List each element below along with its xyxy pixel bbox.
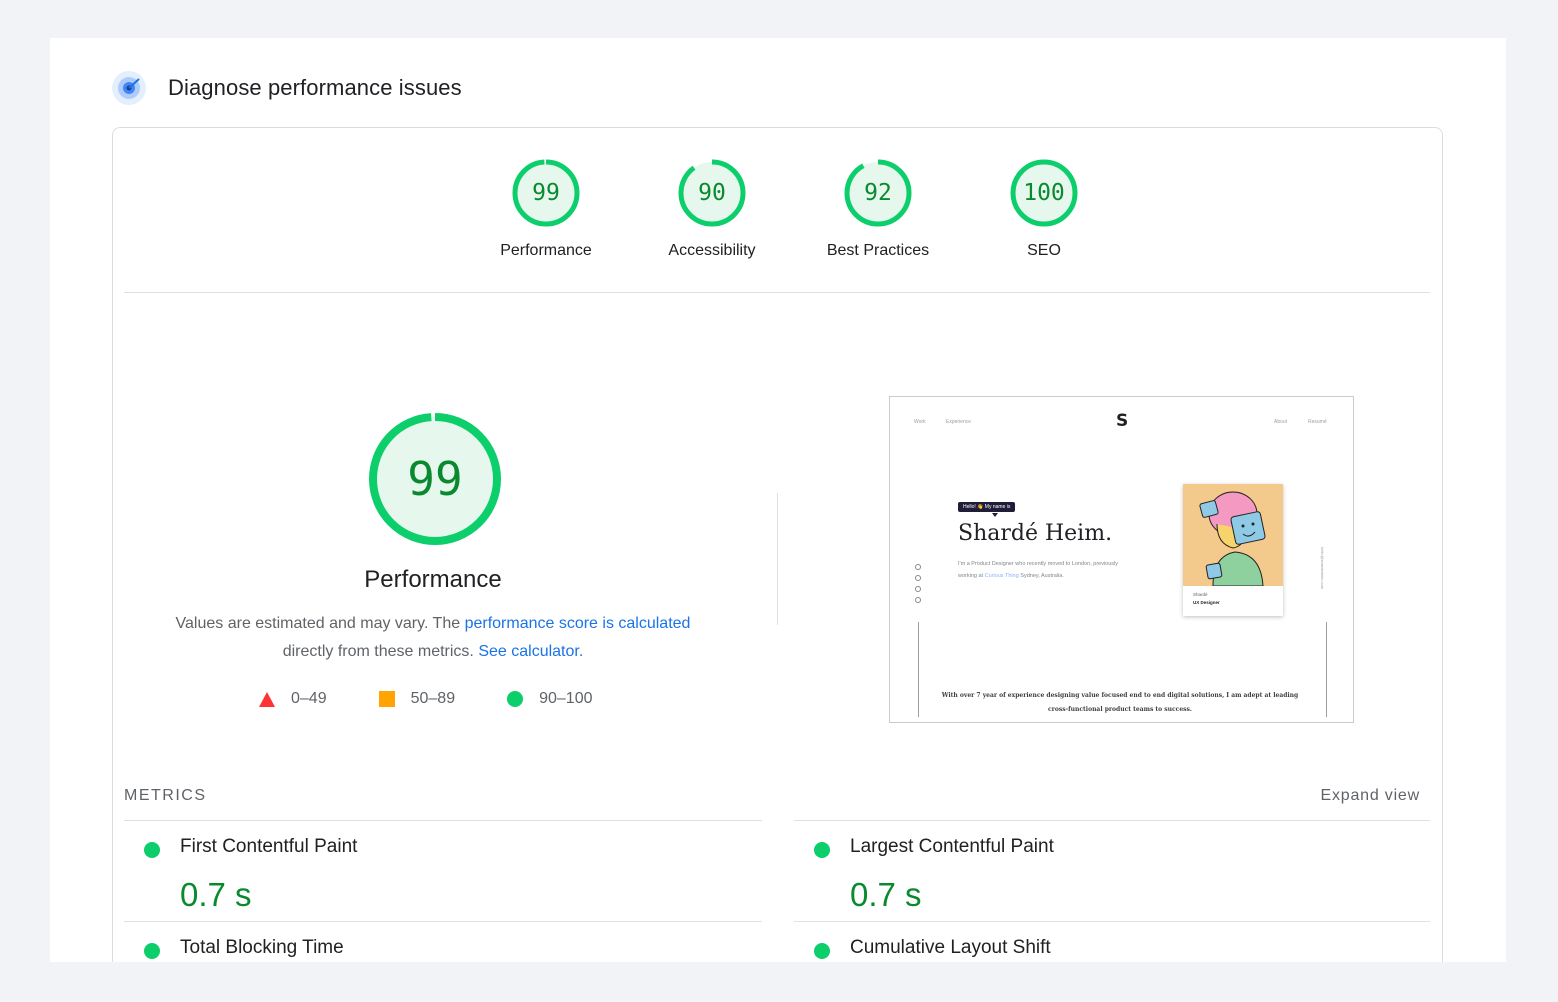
thumb-nav-about: About (1274, 419, 1288, 425)
metric-name: Cumulative Layout Shift (850, 937, 1051, 958)
gauge-ring: 99 (511, 158, 581, 228)
gauge-score: 99 (532, 180, 560, 206)
expand-view-toggle[interactable]: Expand view (1320, 787, 1420, 805)
score-legend: 0–49 50–89 90–100 (259, 690, 644, 708)
thumb-profile-card: Shardé UX Designer (1183, 484, 1283, 616)
avatar-illustration (1183, 484, 1283, 586)
desc-text: Values are estimated and may vary. The (175, 615, 465, 632)
legend-range: 90–100 (539, 690, 593, 707)
gauge-label: Accessibility (668, 242, 756, 259)
pass-circle-icon (814, 842, 830, 858)
section-header: Diagnose performance issues (112, 70, 462, 106)
lighthouse-report-card: 99 Performance 90 Accessibility 92 Best … (112, 127, 1443, 962)
gauge-score: 100 (1023, 180, 1065, 206)
thumb-nav-work: Work (914, 419, 926, 425)
category-gauges: 99 Performance 90 Accessibility 92 Best … (463, 158, 1127, 260)
metric-name: First Contentful Paint (180, 836, 358, 857)
gauge-score: 90 (698, 180, 726, 206)
thumb-social-icons (915, 564, 921, 608)
performance-description: Values are estimated and may vary. The p… (153, 610, 713, 666)
thumb-nav-experience: Experience (946, 419, 972, 425)
metric-divider (794, 820, 1430, 821)
average-square-icon (378, 691, 395, 707)
gauge-best-practices[interactable]: 92 Best Practices (795, 158, 961, 260)
pass-circle-icon (144, 842, 160, 858)
thumb-card-name: Shardé (1193, 592, 1208, 597)
metric-fcp: First Contentful Paint 0.7 s (124, 836, 762, 916)
thumb-intro-text: Sydney, Australia. (1018, 573, 1064, 579)
thumb-intro-link: Curious Thing (984, 573, 1019, 579)
gauge-accessibility[interactable]: 90 Accessibility (629, 158, 795, 260)
metrics-heading: METRICS (124, 787, 207, 804)
gauge-score: 92 (864, 180, 892, 206)
performance-gauge: 99 (367, 411, 503, 547)
thumb-hero-name: Shardé Heim. (958, 521, 1113, 546)
thumb-hello-tag: Hello! 👋 My name is (958, 502, 1016, 512)
desc-text: directly from these metrics. (282, 643, 479, 660)
vertical-separator (777, 493, 778, 625)
pass-circle-icon (814, 943, 830, 959)
pass-circle-icon (144, 943, 160, 959)
metric-lcp: Largest Contentful Paint 0.7 s (794, 836, 1430, 916)
metric-value: 0.7 s (850, 876, 922, 913)
metric-divider (124, 820, 762, 821)
thumb-nav-resume: Resumé (1308, 419, 1327, 425)
page-screenshot[interactable]: Work Experience S About Resumé Hello! 👋 … (889, 396, 1354, 723)
see-calculator-link[interactable]: See calculator. (478, 643, 583, 660)
metric-tbt: Total Blocking Time (124, 937, 762, 962)
thumb-card-role: UX Designer (1193, 600, 1220, 605)
metric-name: Largest Contentful Paint (850, 836, 1054, 857)
diagnose-panel: Diagnose performance issues 99 Performan… (50, 38, 1506, 962)
gauge-label: Best Practices (826, 242, 930, 259)
gauge-label: Performance (500, 242, 592, 259)
thumb-line (918, 622, 919, 717)
thumb-bottom-text: With over 7 year of experience designing… (941, 692, 1299, 713)
legend-range: 50–89 (410, 690, 456, 707)
divider (124, 292, 1430, 293)
gauge-ring: 100 (1009, 158, 1079, 228)
thumb-hello-tip (992, 513, 998, 517)
pass-circle-icon (507, 691, 524, 707)
performance-score: 99 (407, 452, 463, 506)
gauge-performance[interactable]: 99 Performance (463, 158, 629, 260)
metric-name: Total Blocking Time (180, 937, 344, 958)
metric-divider (124, 921, 762, 922)
legend-pass: 90–100 (507, 690, 592, 708)
metric-divider (794, 921, 1430, 922)
legend-range: 0–49 (291, 690, 327, 707)
gauge-ring: 90 (677, 158, 747, 228)
gauge-ring: 92 (843, 158, 913, 228)
thumb-line (1326, 622, 1327, 717)
lighthouse-icon (112, 71, 146, 105)
thumb-intro: I'm a Product Designer who recently move… (958, 558, 1128, 582)
thumb-side-email: hello@shardeheim.com (1320, 547, 1325, 590)
metric-value: 0.7 s (180, 876, 252, 913)
gauge-seo[interactable]: 100 SEO (961, 158, 1127, 260)
performance-title: Performance (364, 566, 502, 593)
thumb-logo: S (1116, 411, 1129, 431)
fail-triangle-icon (259, 691, 275, 707)
section-title: Diagnose performance issues (168, 75, 462, 100)
gauge-label: SEO (1027, 242, 1061, 259)
metric-cls: Cumulative Layout Shift (794, 937, 1430, 962)
legend-average: 50–89 (378, 690, 456, 708)
legend-fail: 0–49 (259, 690, 327, 708)
score-calculated-link[interactable]: performance score is calculated (465, 615, 691, 632)
